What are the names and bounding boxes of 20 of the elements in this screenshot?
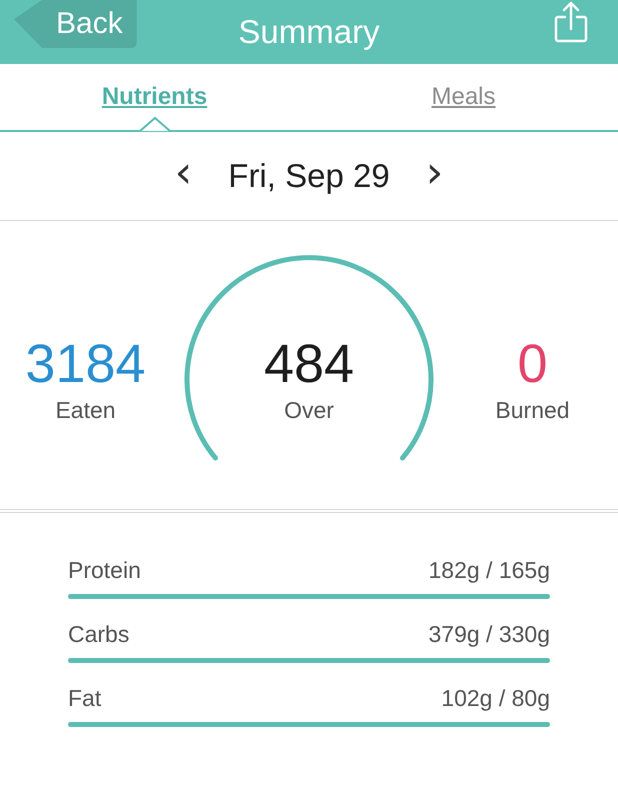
stat-label: Over [284, 397, 334, 424]
back-button[interactable]: Back [14, 0, 137, 48]
nutrient-amount: 102g / 80g [441, 685, 550, 712]
stat-value: 0 [517, 333, 548, 395]
screen-title: Summary [238, 13, 380, 51]
next-day-button[interactable]: › [420, 146, 450, 206]
share-icon[interactable] [554, 1, 588, 43]
nutrient-amount: 379g / 330g [428, 621, 550, 648]
previous-day-button[interactable]: ‹ [168, 146, 198, 206]
stat-value: 3184 [25, 333, 146, 395]
stat-value: 484 [264, 333, 354, 395]
tab[interactable]: Meals [431, 83, 496, 111]
stat-label: Eaten [55, 397, 116, 424]
nutrient-name: Protein [68, 557, 141, 584]
stat-label: Burned [495, 397, 570, 424]
nutrient-name: Fat [68, 685, 102, 712]
date-label: Fri, Sep 29 [228, 157, 390, 195]
nutrient-amount: 182g / 165g [428, 557, 550, 584]
tab[interactable]: Nutrients [102, 83, 208, 111]
nutrient-name: Carbs [68, 621, 130, 648]
